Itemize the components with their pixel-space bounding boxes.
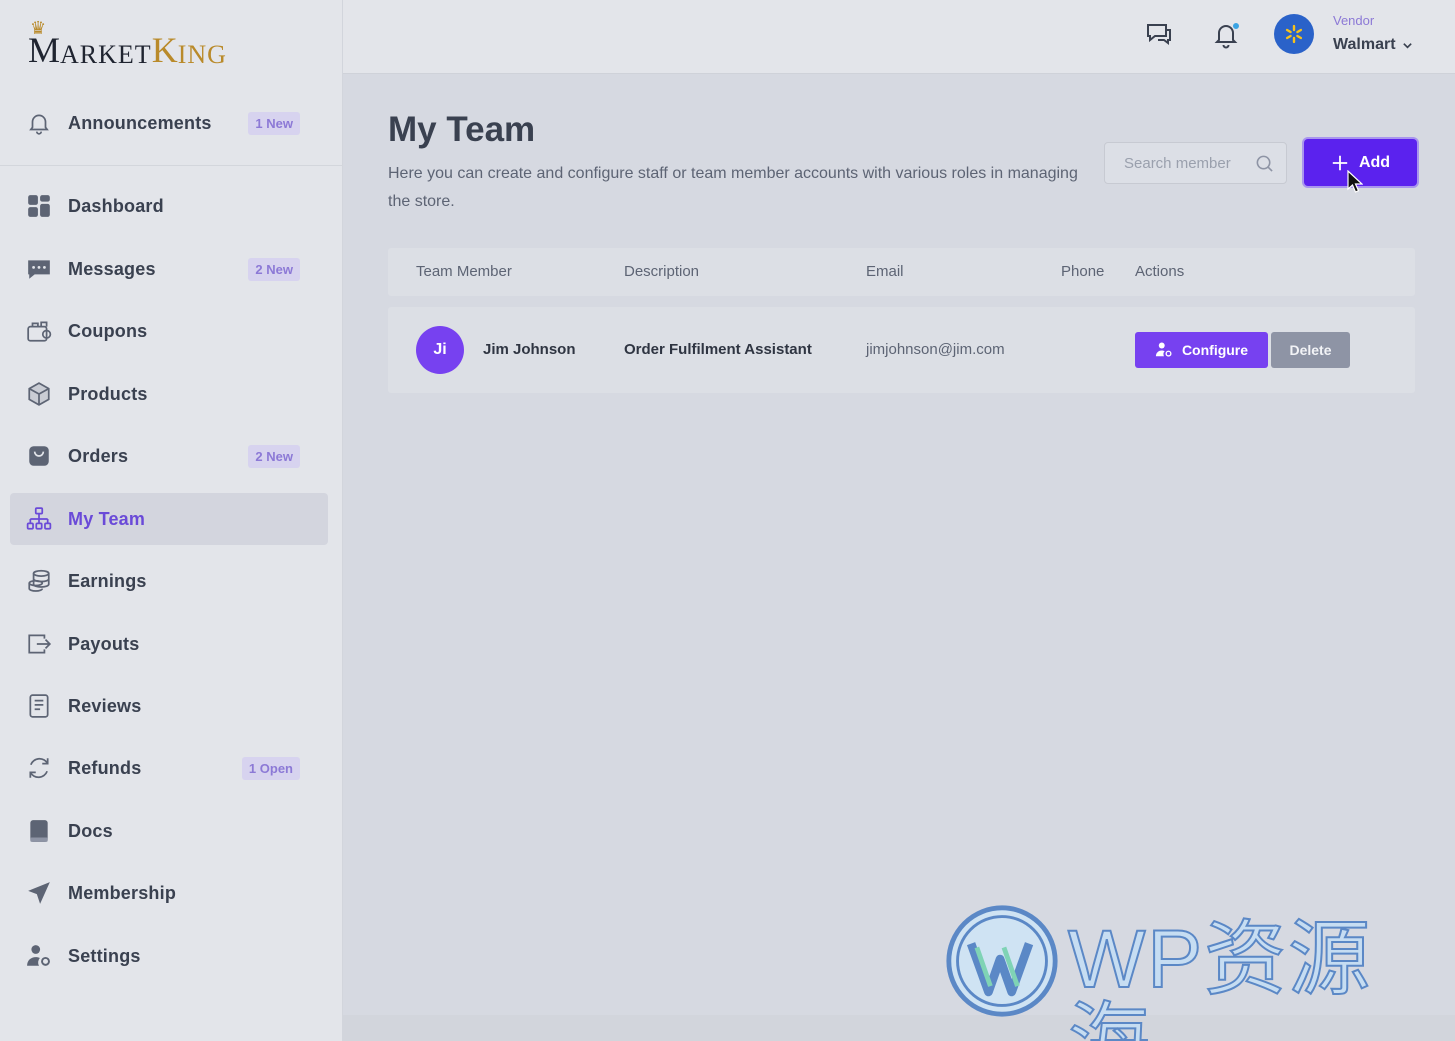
configure-label: Configure bbox=[1181, 342, 1249, 358]
sidebar-item-label: Dashboard bbox=[68, 195, 164, 216]
messages-icon[interactable] bbox=[1144, 20, 1174, 50]
sidebar-item-dashboard[interactable]: Dashboard bbox=[10, 180, 328, 232]
bell-icon bbox=[25, 109, 53, 137]
plus-icon bbox=[1332, 155, 1348, 170]
sidebar-item-label: Settings bbox=[68, 945, 141, 966]
table-header: Team Member Description Email Phone Acti… bbox=[388, 248, 1415, 296]
logo-letter-k: K bbox=[151, 30, 178, 70]
sidebar-item-label: Products bbox=[68, 383, 148, 404]
sidebar: ♛ M ARKET K ING Announcements 1 New Dashboa… bbox=[0, 0, 343, 1041]
column-header-actions: Actions bbox=[1135, 263, 1185, 280]
add-button-label: Add bbox=[1358, 153, 1391, 171]
refunds-badge: 1 Open bbox=[241, 756, 300, 780]
team-table: Team Member Description Email Phone Acti… bbox=[388, 248, 1415, 393]
chat-icon bbox=[25, 255, 53, 283]
sidebar-item-membership[interactable]: Membership bbox=[10, 867, 328, 919]
table-row: Ji Jim Johnson Order Fulfilment Assistan… bbox=[388, 307, 1415, 393]
sidebar-item-label: Payouts bbox=[68, 633, 140, 654]
crown-icon: ♛ bbox=[30, 18, 47, 38]
column-header-description[interactable]: Description bbox=[624, 263, 699, 280]
sidebar-item-coupons[interactable]: Coupons bbox=[10, 305, 328, 357]
delete-button[interactable]: Delete bbox=[1271, 332, 1350, 368]
sidebar-item-reviews[interactable]: Reviews bbox=[10, 680, 328, 732]
top-bar: Vendor Walmart bbox=[343, 0, 1455, 74]
sidebar-item-label: Docs bbox=[68, 820, 113, 841]
member-name: Jim Johnson bbox=[483, 341, 576, 358]
document-icon bbox=[25, 692, 53, 720]
sidebar-item-label: Announcements bbox=[68, 112, 212, 133]
dashboard-icon bbox=[25, 192, 53, 220]
sidebar-item-label: Coupons bbox=[68, 320, 148, 341]
vendor-menu[interactable]: Walmart bbox=[1333, 36, 1413, 54]
vendor-avatar[interactable] bbox=[1274, 14, 1314, 54]
shopping-bag-icon bbox=[25, 442, 53, 470]
sidebar-item-refunds[interactable]: Refunds 1 Open bbox=[10, 742, 328, 794]
sidebar-item-label: Orders bbox=[68, 445, 129, 466]
vendor-label: Vendor bbox=[1333, 13, 1375, 28]
orders-badge: 2 New bbox=[248, 444, 300, 468]
sidebar-item-settings[interactable]: Settings bbox=[10, 930, 328, 982]
sidebar-item-announcements[interactable]: Announcements 1 New bbox=[10, 97, 328, 149]
sidebar-item-docs[interactable]: Docs bbox=[10, 805, 328, 857]
sidebar-item-label: Earnings bbox=[68, 570, 147, 591]
user-settings-icon bbox=[25, 942, 53, 970]
payout-icon bbox=[25, 630, 53, 658]
coupon-icon bbox=[25, 317, 53, 345]
member-email: jimjohnson@jim.com bbox=[866, 341, 1005, 358]
book-icon bbox=[25, 817, 53, 845]
page-title: My Team bbox=[388, 110, 536, 149]
coins-icon bbox=[25, 567, 53, 595]
member-description: Order Fulfilment Assistant bbox=[624, 341, 812, 358]
watermark: WP资源海 bbox=[944, 903, 1439, 1041]
sidebar-item-label: Reviews bbox=[68, 695, 142, 716]
sidebar-item-label: My Team bbox=[68, 508, 146, 529]
column-header-phone[interactable]: Phone bbox=[1061, 263, 1104, 280]
sidebar-item-label: Messages bbox=[68, 258, 156, 279]
announcements-badge: 1 New bbox=[248, 111, 300, 135]
sidebar-item-payouts[interactable]: Payouts bbox=[10, 618, 328, 670]
delete-label: Delete bbox=[1289, 342, 1332, 358]
refresh-icon bbox=[25, 754, 53, 782]
wordpress-logo-icon bbox=[946, 905, 1058, 1017]
vendor-name: Walmart bbox=[1333, 36, 1396, 53]
sidebar-item-earnings[interactable]: Earnings bbox=[10, 555, 328, 607]
sidebar-item-messages[interactable]: Messages 2 New bbox=[10, 243, 328, 295]
walmart-spark-icon bbox=[1285, 24, 1303, 44]
search-input[interactable] bbox=[1124, 154, 1252, 172]
watermark-text: WP资源海 bbox=[1067, 914, 1373, 1041]
chevron-down-icon bbox=[1402, 42, 1412, 49]
marketking-logo[interactable]: ♛ M ARKET K ING bbox=[28, 18, 227, 68]
member-avatar: Ji bbox=[416, 326, 464, 374]
page-description: Here you can create and configure staff … bbox=[388, 165, 1078, 210]
box-icon bbox=[25, 380, 53, 408]
search-icon[interactable] bbox=[1255, 154, 1274, 178]
sidebar-item-products[interactable]: Products bbox=[10, 368, 328, 420]
sidebar-item-orders[interactable]: Orders 2 New bbox=[10, 430, 328, 482]
column-header-email[interactable]: Email bbox=[866, 263, 904, 280]
notification-dot bbox=[1232, 22, 1240, 30]
sidebar-item-my-team[interactable]: My Team bbox=[10, 493, 328, 545]
messages-badge: 2 New bbox=[248, 257, 300, 281]
mouse-cursor-icon bbox=[1347, 170, 1363, 193]
announcements-section: Announcements 1 New bbox=[0, 86, 343, 166]
logo-text-ing: ING bbox=[177, 40, 227, 69]
sidebar-item-label: Refunds bbox=[68, 757, 142, 778]
user-settings-icon bbox=[1155, 342, 1172, 357]
logo-text-arket: ARKET bbox=[60, 40, 152, 69]
configure-button[interactable]: Configure bbox=[1135, 332, 1268, 368]
column-header-team-member[interactable]: Team Member bbox=[416, 263, 512, 280]
send-icon bbox=[25, 879, 53, 907]
search-box bbox=[1104, 142, 1287, 184]
sidebar-item-label: Membership bbox=[68, 882, 177, 903]
notifications-icon[interactable] bbox=[1211, 20, 1241, 50]
team-hierarchy-icon bbox=[25, 505, 53, 533]
